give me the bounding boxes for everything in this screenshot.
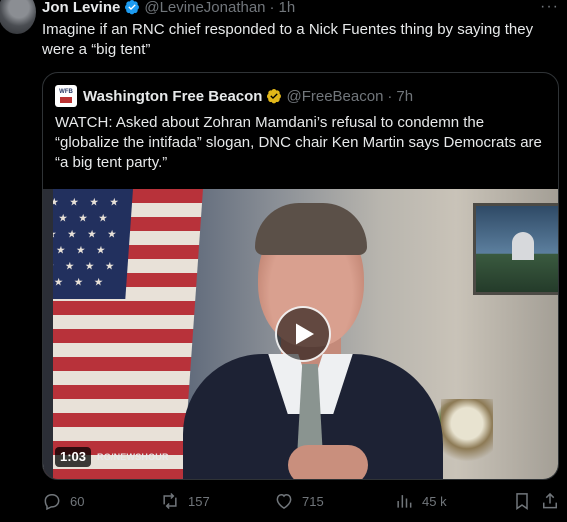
bookmark-button[interactable]	[512, 490, 540, 512]
views-count: 45 k	[422, 493, 447, 509]
repost-button[interactable]: 157	[160, 490, 210, 512]
play-button-icon[interactable]	[275, 306, 331, 362]
tweet-text: Imagine if an RNC chief responded to a N…	[42, 21, 534, 58]
washington-free-beacon-logo[interactable]: WFB	[55, 85, 77, 107]
quoted-tweet-header: WFB Washington Free Beacon @FreeBeacon ·…	[55, 85, 413, 107]
american-flag-image: ★★★★ ★★★ ★★★★ ★★★ ★★★★ ★★★	[43, 189, 203, 479]
tweet-timestamp[interactable]: 1h	[279, 0, 296, 16]
video-duration-badge: 1:03	[55, 447, 92, 467]
verified-badge-icon	[124, 0, 140, 15]
share-button[interactable]	[540, 490, 567, 512]
like-count: 715	[302, 493, 324, 509]
heart-icon	[276, 493, 292, 509]
video-player[interactable]: ★★★★ ★★★ ★★★★ ★★★ ★★★★ ★★★ 1:03 RG/NEWSH…	[43, 189, 558, 479]
repost-count: 157	[188, 493, 210, 509]
quoted-author-handle[interactable]: @FreeBeacon	[286, 88, 383, 105]
quoted-tweet-card[interactable]: WFB Washington Free Beacon @FreeBeacon ·…	[42, 72, 559, 480]
quoted-timestamp[interactable]: 7h	[396, 88, 413, 105]
share-icon	[543, 492, 557, 509]
views-button[interactable]: 45 k	[394, 490, 447, 512]
tweet-action-bar: 60 157 715 45 k	[42, 490, 557, 512]
reply-button[interactable]: 60	[42, 490, 84, 512]
author-handle[interactable]: @LevineJonathan	[144, 0, 265, 16]
logo-text: WFB	[59, 89, 73, 95]
lamp-image	[441, 399, 493, 479]
bookmark-icon	[516, 493, 528, 510]
speaker-hands	[288, 445, 368, 479]
repost-icon	[163, 492, 177, 510]
reply-count: 60	[70, 493, 85, 509]
author-avatar[interactable]	[0, 0, 36, 34]
author-name[interactable]: Jon Levine	[42, 0, 120, 16]
capitol-painting-image	[473, 203, 558, 295]
more-options-icon[interactable]: ···	[540, 0, 559, 16]
flag-pole	[43, 189, 53, 479]
quoted-author-name[interactable]: Washington Free Beacon	[83, 88, 262, 105]
gold-verified-badge-icon	[266, 88, 282, 104]
like-button[interactable]: 715	[274, 490, 324, 512]
views-chart-icon	[397, 495, 412, 508]
separator-dot: ·	[269, 0, 275, 16]
speaker-hair	[255, 203, 367, 255]
quoted-tweet-text: WATCH: Asked about Zohran Mamdani’s refu…	[55, 114, 542, 171]
video-source-watermark: RG/NEWSHOUR	[97, 452, 169, 462]
tweet-header: Jon Levine @LevineJonathan · 1h	[42, 0, 295, 16]
quoted-separator-dot: ·	[387, 87, 393, 105]
reply-icon	[44, 494, 60, 511]
